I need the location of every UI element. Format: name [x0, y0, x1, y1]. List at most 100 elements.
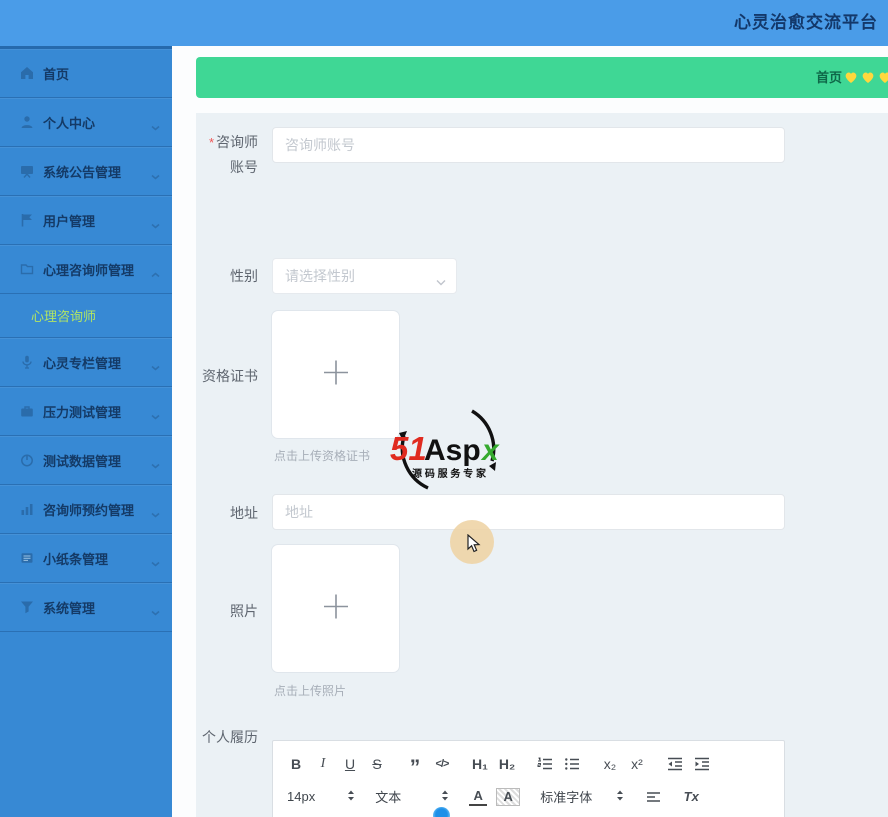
mouse-cursor-icon [466, 533, 483, 558]
sidebar-item-mind-column[interactable]: 心灵专栏管理 [0, 338, 172, 387]
sidebar-item-system[interactable]: 系统管理 [0, 583, 172, 632]
chevron-down-icon [151, 167, 160, 185]
chart-icon [20, 502, 34, 516]
chevron-down-icon [436, 273, 446, 291]
sidebar-item-label: 首页 [43, 66, 70, 82]
superscript-button[interactable]: x² [628, 753, 646, 775]
sidebar-item-label: 心理咨询师管理 [43, 262, 135, 278]
account-label: * 咨询师账号 [208, 134, 258, 175]
address-label: 地址 [230, 505, 258, 521]
sidebar-item-label: 压力测试管理 [43, 404, 122, 420]
chevron-down-icon [151, 456, 160, 474]
sidebar-item-label: 用户管理 [43, 213, 96, 229]
breadcrumb-home-link[interactable]: 首页 [816, 57, 842, 98]
sidebar-item-user-management[interactable]: 用户管理 [0, 196, 172, 245]
updown-arrows-icon [616, 789, 624, 804]
main-content: 首页 *咨询师账号 性别 请选择性别 资格证书 [172, 46, 888, 817]
sidebar-item-label: 心灵专栏管理 [43, 355, 122, 371]
certificate-label: 资格证书 [202, 368, 258, 384]
sidebar-item-notes[interactable]: 小纸条管理 [0, 534, 172, 583]
photo-upload-box[interactable] [272, 545, 399, 672]
sidebar-item-label: 系统管理 [43, 600, 96, 616]
mic-icon [20, 355, 34, 369]
chevron-down-icon [151, 554, 160, 572]
sidebar-item-announcements[interactable]: 系统公告管理 [0, 147, 172, 196]
font-family-picker[interactable]: 标准字体 [540, 786, 624, 808]
admin-page: 心灵治愈交流平台 首页 个人中心 系统公告管理 用户管理 心理咨询师管理 心理咨… [0, 0, 888, 817]
align-button[interactable] [644, 786, 662, 808]
folder-icon [20, 262, 34, 276]
top-header: 心灵治愈交流平台 [0, 0, 888, 46]
sidebar-item-home[interactable]: 首页 [0, 49, 172, 98]
heading1-button[interactable]: H₁ [471, 753, 489, 775]
required-mark: * [208, 135, 214, 150]
paragraph-style-picker[interactable]: 文本 [375, 786, 449, 808]
filter-icon [20, 600, 34, 614]
outdent-button[interactable] [666, 753, 684, 775]
code-button[interactable]: </> [433, 753, 451, 775]
updown-arrows-icon [347, 789, 355, 804]
certificate-upload-box[interactable] [272, 311, 399, 438]
resume-label: 个人履历 [202, 729, 258, 745]
account-input[interactable] [272, 127, 785, 163]
gender-select[interactable]: 请选择性别 [272, 258, 457, 294]
text-color-button[interactable]: A [469, 787, 488, 806]
chevron-down-icon [151, 505, 160, 523]
app-title: 心灵治愈交流平台 [734, 13, 878, 32]
briefcase-icon [20, 404, 34, 418]
sidebar-item-counselor-management[interactable]: 心理咨询师管理 [0, 245, 172, 294]
editor-toolbar-row-1: B I U S ” </> H₁ H₂ x₂ x² [273, 749, 784, 779]
board-icon [20, 164, 34, 178]
sidebar-item-label: 个人中心 [43, 115, 96, 131]
photo-upload-hint: 点击上传照片 [274, 684, 347, 698]
clear-format-button[interactable]: Tx [682, 786, 700, 808]
chevron-down-icon [151, 216, 160, 234]
chevron-down-icon [151, 603, 160, 621]
indent-button[interactable] [693, 753, 711, 775]
note-icon [20, 551, 34, 565]
bullet-list-button[interactable] [563, 753, 581, 775]
heading2-button[interactable]: H₂ [498, 753, 516, 775]
chevron-down-icon [151, 118, 160, 136]
sidebar-item-appointments[interactable]: 咨询师预约管理 [0, 485, 172, 534]
breadcrumb-bar: 首页 [196, 57, 888, 98]
home-icon [20, 66, 34, 80]
sidebar-item-stress-test[interactable]: 压力测试管理 [0, 387, 172, 436]
italic-button[interactable]: I [314, 753, 332, 775]
sidebar-item-label: 小纸条管理 [43, 551, 109, 567]
sidebar-subitem-counselor[interactable]: 心理咨询师 [0, 294, 172, 338]
subscript-button[interactable]: x₂ [601, 753, 619, 775]
sidebar-item-personal-center[interactable]: 个人中心 [0, 98, 172, 147]
plus-icon [321, 591, 351, 626]
highlight-color-button[interactable]: A [496, 787, 521, 806]
plus-icon [321, 357, 351, 392]
ordered-list-button[interactable] [536, 753, 554, 775]
gender-select-placeholder: 请选择性别 [285, 268, 355, 284]
photo-label: 照片 [230, 603, 258, 619]
strikethrough-button[interactable]: S [368, 753, 386, 775]
sidebar-nav: 首页 个人中心 系统公告管理 用户管理 心理咨询师管理 心理咨询师 心灵专栏管理… [0, 46, 172, 817]
editor-toolbar-row-2: 14px 文本 A A 标准字体 Tx [273, 783, 784, 810]
blue-dot-indicator [433, 807, 450, 817]
font-size-picker[interactable]: 14px [287, 786, 355, 808]
blockquote-button[interactable]: ” [406, 749, 424, 779]
user-icon [20, 115, 34, 129]
sidebar-item-test-data[interactable]: 测试数据管理 [0, 436, 172, 485]
underline-button[interactable]: U [341, 753, 359, 775]
bold-button[interactable]: B [287, 753, 305, 775]
resume-rich-text-editor: B I U S ” </> H₁ H₂ x₂ x² 14px 文本 A A 标准… [272, 740, 785, 817]
sidebar-subitem-label: 心理咨询师 [31, 309, 97, 324]
chevron-up-icon [151, 265, 160, 283]
sidebar-item-label: 测试数据管理 [43, 453, 122, 469]
chevron-down-icon [151, 407, 160, 425]
hearts-icon [844, 70, 888, 90]
counselor-form: *咨询师账号 性别 请选择性别 资格证书 点击上传资格证书 地址 [196, 113, 888, 817]
power-icon [20, 453, 34, 467]
certificate-upload-hint: 点击上传资格证书 [274, 449, 371, 463]
sidebar-item-label: 咨询师预约管理 [43, 502, 135, 518]
gender-label: 性别 [230, 268, 258, 284]
flag-icon [20, 213, 34, 227]
chevron-down-icon [151, 358, 160, 376]
updown-arrows-icon [441, 789, 449, 804]
address-input[interactable] [272, 494, 785, 530]
